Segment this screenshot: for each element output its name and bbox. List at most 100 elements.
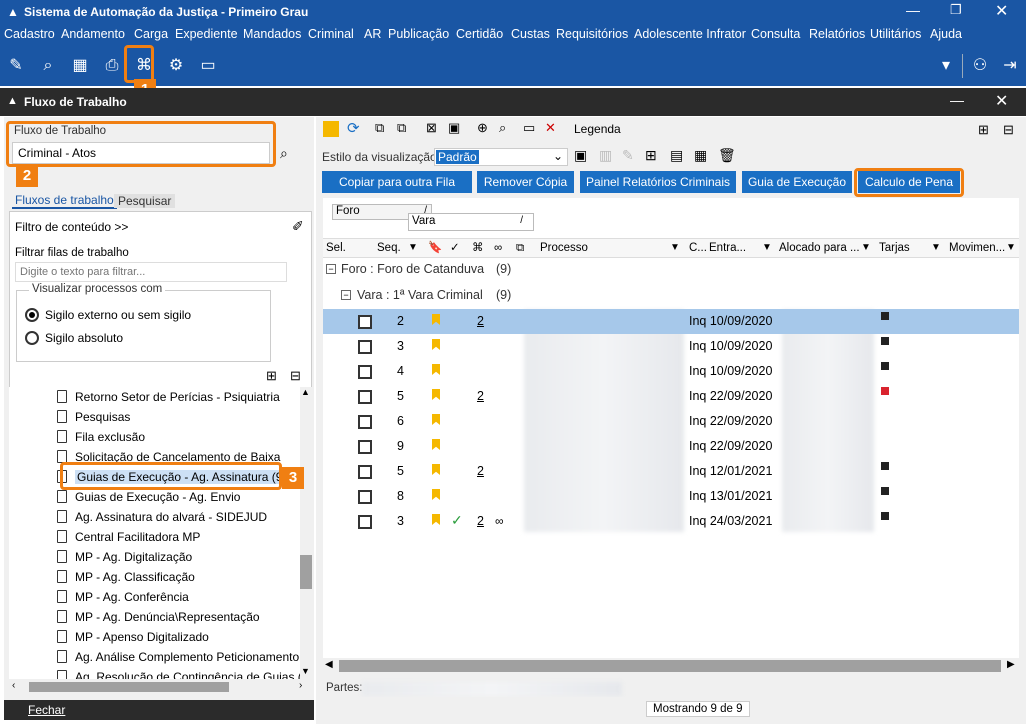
table-row[interactable]: 3 ✓ 2 ∞ Inq 24/03/2021 <box>323 509 1019 534</box>
tree-item[interactable]: Ag. Análise Complemento Peticionamento <box>57 647 299 667</box>
hscroll-thumb[interactable] <box>29 682 229 692</box>
document-settings-icon[interactable]: ⚙ <box>166 56 186 76</box>
row-checkbox[interactable] <box>358 315 372 329</box>
trash-icon[interactable]: 🗑 <box>718 147 736 164</box>
tree-item[interactable]: MP - Ag. Classificação <box>57 567 297 587</box>
document-search-icon[interactable]: ⌕ <box>499 120 506 136</box>
scroll-thumb[interactable] <box>300 555 312 589</box>
menu-utilitarios[interactable]: Utilitários <box>870 27 921 41</box>
table-row[interactable]: 6 Inq 22/09/2020 <box>323 409 1019 434</box>
restore-icon[interactable]: ❐ <box>950 2 962 18</box>
menu-consulta[interactable]: Consulta <box>751 27 800 41</box>
row-checkbox[interactable] <box>358 440 372 454</box>
dropdown-icon[interactable]: ▾ <box>936 56 956 76</box>
tree-collapse-icon[interactable]: ⊟ <box>290 368 301 384</box>
tree-scrollbar[interactable]: ▲ ▼ <box>300 387 312 679</box>
menu-criminal[interactable]: Criminal <box>308 27 354 41</box>
table-row[interactable]: 5 2 Inq 12/01/2021 <box>323 459 1019 484</box>
menu-custas[interactable]: Custas <box>511 27 550 41</box>
col-movimento-filter-icon[interactable]: ▼ <box>1006 240 1016 256</box>
window-minimize-icon[interactable]: — <box>950 92 964 108</box>
calendar-icon[interactable]: ▦ <box>70 56 90 76</box>
tab-fluxos[interactable]: Fluxos de trabalho <box>12 193 117 209</box>
table-row[interactable]: 4 Inq 10/09/2020 <box>323 359 1019 384</box>
row-checkbox[interactable] <box>358 465 372 479</box>
grid-scroll-right-icon[interactable]: ▶ <box>1007 659 1015 670</box>
menu-certidao[interactable]: Certidão <box>456 27 503 41</box>
window-icon[interactable]: ▦ <box>694 147 707 164</box>
row-checkbox[interactable] <box>358 415 372 429</box>
tree-item[interactable]: Guias de Execução - Ag. Envio <box>57 487 297 507</box>
foro-group-row[interactable]: Foro : Foro de Catanduva <box>341 262 484 276</box>
tree-item[interactable]: MP - Apenso Digitalizado <box>57 627 297 647</box>
col-movimento[interactable]: Movimen... <box>949 240 1005 256</box>
col-entrada-filter-icon[interactable]: ▼ <box>762 240 772 256</box>
col-link-icon[interactable]: ∞ <box>494 240 502 256</box>
save-view-icon[interactable]: ▣ <box>574 147 587 164</box>
fluxo-search-icon[interactable]: ⌕ <box>280 145 288 162</box>
search-icon[interactable]: ⌕ <box>38 56 58 76</box>
printer-icon[interactable]: ⎙ <box>102 56 122 76</box>
col-alocado[interactable]: Alocado para ... <box>779 240 860 256</box>
painel-relatorios-criminais-button[interactable]: Painel Relatórios Criminais <box>580 171 736 193</box>
tree-item[interactable]: Retorno Setor de Perícias - Psiquiatria <box>57 387 297 407</box>
col-copy-icon[interactable]: ⧉ <box>516 240 524 256</box>
scroll-right-icon[interactable]: › <box>299 680 302 691</box>
table-row[interactable]: 2 2 Inq 10/09/2020 <box>323 309 1019 334</box>
refresh-icon[interactable]: ⟳ <box>347 119 360 137</box>
tree-item[interactable]: MP - Ag. Denúncia\Representação <box>57 607 297 627</box>
close-icon[interactable]: ✕ <box>995 1 1008 21</box>
radio-sigilo-externo[interactable] <box>25 308 39 322</box>
group-vara-chip[interactable]: Vara / <box>408 213 534 231</box>
tree-expand-icon[interactable]: ⊞ <box>266 368 277 384</box>
tree-item[interactable]: Ag. Resolução de Contingência de Guias (… <box>57 667 308 679</box>
tree-item[interactable]: MP - Ag. Conferência <box>57 587 297 607</box>
table-row[interactable]: 5 2 Inq 22/09/2020 <box>323 384 1019 409</box>
bookmark-icon[interactable] <box>323 121 339 137</box>
col-tarjas[interactable]: Tarjas <box>879 240 910 256</box>
user-switch-icon[interactable]: ⚇ <box>970 56 990 76</box>
col-check-icon[interactable]: ✓ <box>450 240 460 256</box>
comment-remove-icon[interactable]: ✕ <box>545 120 556 136</box>
copy-icon[interactable]: ⧉ <box>375 120 384 136</box>
legenda-link[interactable]: Legenda <box>574 122 621 136</box>
table-row[interactable]: 8 Inq 13/01/2021 <box>323 484 1019 509</box>
tree-item[interactable]: Fila exclusão <box>57 427 297 447</box>
fechar-button[interactable]: Fechar <box>28 703 65 717</box>
grid-hscroll-thumb[interactable] <box>339 660 1001 672</box>
grid-scroll-left-icon[interactable]: ◀ <box>325 659 333 670</box>
tree-item[interactable]: Pesquisas <box>57 407 297 427</box>
filtrar-input[interactable] <box>15 262 287 282</box>
menu-carga[interactable]: Carga <box>134 27 168 41</box>
grid-hscrollbar[interactable]: ◀ ▶ <box>323 658 1019 674</box>
col-entrada[interactable]: Entra... <box>709 240 746 256</box>
row-checkbox[interactable] <box>358 365 372 379</box>
menu-adolescente-infrator[interactable]: Adolescente Infrator <box>634 27 746 41</box>
lock-icon[interactable]: ⊠ <box>426 120 437 136</box>
foro-collapse-icon[interactable]: − <box>326 264 336 274</box>
row-checkbox[interactable] <box>358 515 372 529</box>
vara-group-row[interactable]: Vara : 1ª Vara Criminal <box>357 288 483 302</box>
row-checkbox[interactable] <box>358 340 372 354</box>
scroll-down-icon[interactable]: ▼ <box>301 666 310 676</box>
guia-de-execucao-button[interactable]: Guia de Execução <box>742 171 852 193</box>
remover-copia-button[interactable]: Remover Cópia <box>477 171 574 193</box>
menu-ajuda[interactable]: Ajuda <box>930 27 962 41</box>
col-bookmark-icon[interactable]: 🔖 <box>428 240 442 256</box>
tree-item[interactable]: MP - Ag. Digitalização <box>57 547 297 567</box>
menu-mandados[interactable]: Mandados <box>243 27 301 41</box>
window-close-icon[interactable]: ✕ <box>995 91 1008 111</box>
tab-pesquisar[interactable]: Pesquisar <box>114 194 176 208</box>
collapse-all-icon[interactable]: ⊟ <box>1003 122 1014 138</box>
report-icon[interactable]: ▤ <box>670 147 683 164</box>
menu-cadastro[interactable]: Cadastro <box>4 27 55 41</box>
row-checkbox[interactable] <box>358 490 372 504</box>
row-checkbox[interactable] <box>358 390 372 404</box>
col-tarjas-filter-icon[interactable]: ▼ <box>931 240 941 256</box>
excel-icon[interactable]: ⊞ <box>645 147 657 164</box>
scroll-up-icon[interactable]: ▲ <box>301 387 310 397</box>
table-row[interactable]: 3 Inq 10/09/2020 <box>323 334 1019 359</box>
estilo-select[interactable]: Padrão ⌄ <box>434 148 568 166</box>
expand-all-icon[interactable]: ⊞ <box>978 122 989 138</box>
menu-expediente[interactable]: Expediente <box>175 27 238 41</box>
